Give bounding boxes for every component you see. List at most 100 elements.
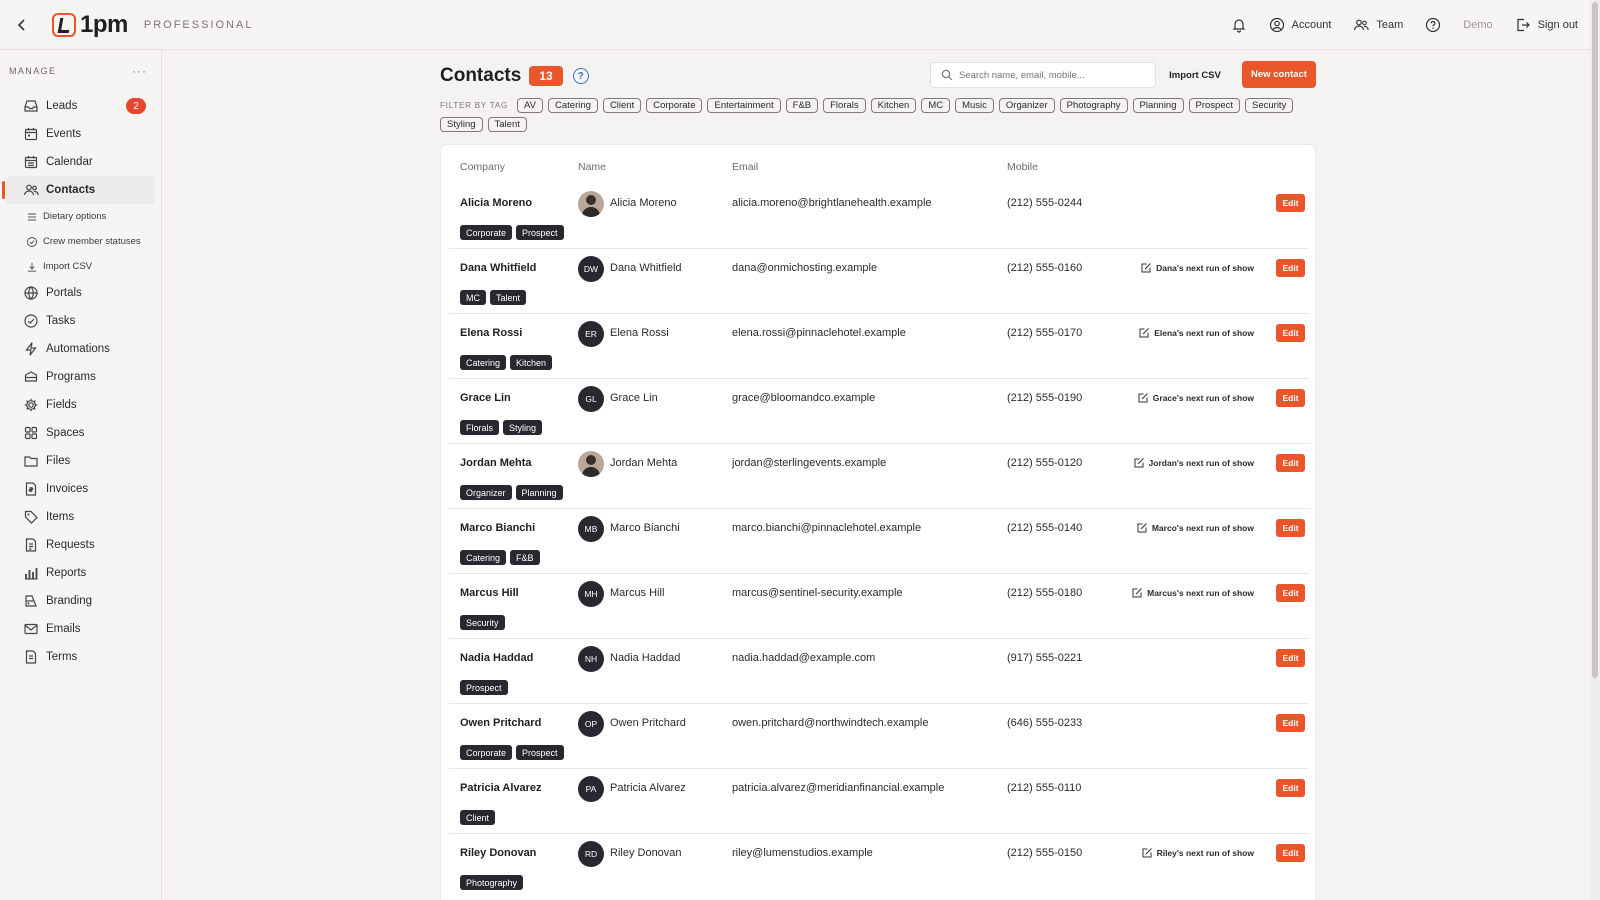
contact-tag[interactable]: Catering	[460, 550, 507, 565]
sidebar-item-terms[interactable]: Terms	[6, 643, 155, 671]
run-of-show-link[interactable]: Riley's next run of show	[1141, 847, 1254, 859]
contact-tag[interactable]: F&B	[510, 550, 540, 565]
contact-tag[interactable]: Prospect	[516, 225, 564, 240]
scrollbar-thumb[interactable]	[1592, 2, 1598, 678]
sidebar-subitem-dietary-options[interactable]: Dietary options	[0, 204, 161, 229]
table-row[interactable]: Elena Rossi ER Elena Rossi elena.rossi@pinn…	[449, 313, 1309, 379]
column-company[interactable]: Company	[460, 161, 505, 173]
sidebar-item-spaces[interactable]: Spaces	[6, 419, 155, 447]
sidebar-item-programs[interactable]: Programs	[6, 363, 155, 391]
filter-tag-chip[interactable]: Corporate	[646, 98, 703, 113]
run-of-show-link[interactable]: Marcus's next run of show	[1131, 587, 1254, 599]
sidebar-subitem-import-csv[interactable]: Import CSV	[0, 254, 161, 279]
sidebar-item-contacts[interactable]: Contacts	[2, 176, 155, 204]
edit-button[interactable]: Edit	[1276, 584, 1305, 602]
sidebar-item-invoices[interactable]: Invoices	[6, 475, 155, 503]
sidebar-item-portals[interactable]: Portals	[6, 279, 155, 307]
table-row[interactable]: Marcus Hill MH Marcus Hill marcus@sentinel-…	[449, 573, 1309, 639]
edit-button[interactable]: Edit	[1276, 649, 1305, 667]
sidebar-item-events[interactable]: Events	[6, 120, 155, 148]
table-row[interactable]: Owen Pritchard OP Owen Pritchard owen.pritc…	[449, 703, 1309, 769]
contact-tag[interactable]: Florals	[460, 420, 500, 435]
page-scrollbar[interactable]	[1590, 0, 1600, 900]
filter-tag-chip[interactable]: MC	[921, 98, 951, 113]
team-button[interactable]: Team	[1353, 17, 1403, 33]
filter-tag-chip[interactable]: Florals	[823, 98, 866, 113]
filter-tag-chip[interactable]: Photography	[1059, 98, 1128, 113]
sidebar-item-emails[interactable]: Emails	[6, 615, 155, 643]
table-row[interactable]: Grace Lin GL Grace Lin grace@bloomandco.exa…	[449, 378, 1309, 444]
filter-tag-chip[interactable]: Prospect	[1188, 98, 1240, 113]
new-contact-button[interactable]: New contact	[1242, 61, 1316, 88]
contact-tag[interactable]: Styling	[503, 420, 543, 435]
sidebar-item-items[interactable]: Items	[6, 503, 155, 531]
sidebar-item-requests[interactable]: Requests	[6, 531, 155, 559]
filter-tag-chip[interactable]: Planning	[1132, 98, 1184, 113]
contact-tag[interactable]: Corporate	[460, 225, 513, 240]
app-logo[interactable]: 1pm	[52, 11, 128, 39]
filter-tag-chip[interactable]: Client	[602, 98, 642, 113]
help-icon[interactable]: ?	[572, 68, 589, 84]
table-row[interactable]: Alicia Moreno Alicia Moreno alicia.moreno@…	[449, 183, 1309, 249]
contact-tag[interactable]: Security	[460, 615, 505, 630]
run-of-show-link[interactable]: Dana's next run of show	[1140, 262, 1254, 274]
demo-toggle[interactable]: Demo	[1463, 19, 1492, 31]
edit-button[interactable]: Edit	[1276, 519, 1305, 537]
contact-tag[interactable]: Corporate	[460, 745, 513, 760]
sidebar-item-leads[interactable]: Leads 2	[6, 92, 155, 120]
run-of-show-link[interactable]: Jordan's next run of show	[1133, 457, 1254, 469]
more-options-icon[interactable]: ···	[132, 64, 147, 78]
filter-tag-chip[interactable]: Entertainment	[707, 98, 781, 113]
sidebar-item-files[interactable]: Files	[6, 447, 155, 475]
column-mobile[interactable]: Mobile	[1007, 161, 1038, 173]
search-input[interactable]	[959, 69, 1139, 81]
sidebar-item-reports[interactable]: Reports	[6, 559, 155, 587]
edit-button[interactable]: Edit	[1276, 259, 1305, 277]
account-button[interactable]: Account	[1269, 17, 1331, 33]
column-name[interactable]: Name	[578, 161, 606, 173]
sidebar-item-branding[interactable]: Branding	[6, 587, 155, 615]
edit-button[interactable]: Edit	[1276, 389, 1305, 407]
sidebar-item-automations[interactable]: Automations	[6, 335, 155, 363]
edit-button[interactable]: Edit	[1276, 844, 1305, 862]
edit-button[interactable]: Edit	[1276, 714, 1305, 732]
table-row[interactable]: Dana Whitfield DW Dana Whitfield dana@onmic…	[449, 248, 1309, 314]
filter-tag-chip[interactable]: Talent	[487, 117, 527, 132]
contact-tag[interactable]: Talent	[490, 290, 527, 305]
filter-tag-chip[interactable]: Organizer	[998, 98, 1055, 113]
edit-button[interactable]: Edit	[1276, 454, 1305, 472]
filter-tag-chip[interactable]: Styling	[440, 117, 483, 132]
contact-tag[interactable]: Catering	[460, 355, 507, 370]
filter-tag-chip[interactable]: F&B	[785, 98, 819, 113]
contact-tag[interactable]: Client	[460, 810, 496, 825]
table-row[interactable]: Marco Bianchi MB Marco Bianchi marco.bianch…	[449, 508, 1309, 574]
run-of-show-link[interactable]: Grace's next run of show	[1137, 392, 1254, 404]
table-row[interactable]: Nadia Haddad NH Nadia Haddad nadia.haddad@e…	[449, 638, 1309, 704]
table-row[interactable]: Patricia Alvarez PA Patricia Alvarez patric…	[449, 768, 1309, 834]
sidebar-item-fields[interactable]: Fields	[6, 391, 155, 419]
filter-tag-chip[interactable]: AV	[517, 98, 544, 113]
help-button[interactable]	[1425, 17, 1441, 33]
contact-tag[interactable]: Prospect	[516, 745, 564, 760]
sidebar-item-tasks[interactable]: Tasks	[6, 307, 155, 335]
edit-button[interactable]: Edit	[1276, 779, 1305, 797]
contact-tag[interactable]: Organizer	[460, 485, 512, 500]
run-of-show-link[interactable]: Marco's next run of show	[1136, 522, 1254, 534]
import-csv-button[interactable]: Import CSV	[1166, 62, 1224, 88]
contact-tag[interactable]: Kitchen	[510, 355, 553, 370]
filter-tag-chip[interactable]: Kitchen	[870, 98, 917, 113]
contact-tag[interactable]: Planning	[515, 485, 563, 500]
table-row[interactable]: Riley Donovan RD Riley Donovan riley@lumens…	[449, 833, 1309, 899]
back-button[interactable]	[0, 0, 44, 50]
contact-tag[interactable]: Prospect	[460, 680, 508, 695]
notifications-button[interactable]	[1231, 17, 1247, 33]
run-of-show-link[interactable]: Elena's next run of show	[1138, 327, 1254, 339]
filter-tag-chip[interactable]: Music	[955, 98, 994, 113]
table-row[interactable]: Jordan Mehta Jordan Mehta jordan@sterlinge…	[449, 443, 1309, 509]
contact-tag[interactable]: Photography	[460, 875, 524, 890]
contact-tag[interactable]: MC	[460, 290, 486, 305]
edit-button[interactable]: Edit	[1276, 324, 1305, 342]
search-field[interactable]	[930, 62, 1156, 88]
filter-tag-chip[interactable]: Catering	[548, 98, 598, 113]
sign-out-button[interactable]: Sign out	[1515, 17, 1578, 33]
